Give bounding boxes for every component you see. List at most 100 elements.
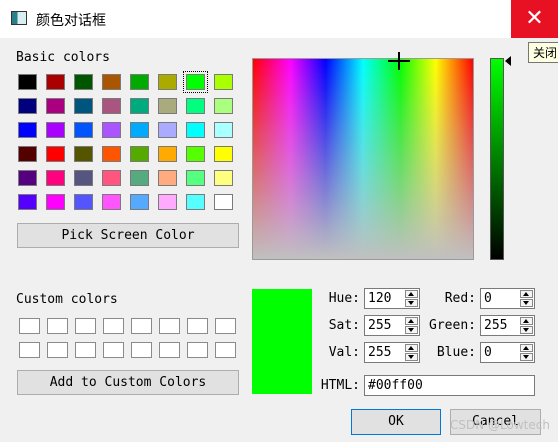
basic-color-swatch[interactable] xyxy=(74,146,93,162)
custom-color-slot[interactable] xyxy=(47,342,68,358)
basic-color-swatch[interactable] xyxy=(102,146,121,162)
window-title: 颜色对话框 xyxy=(36,13,106,29)
basic-color-swatch[interactable] xyxy=(102,194,121,210)
hue-down-arrow-icon[interactable] xyxy=(405,299,418,307)
basic-color-swatch[interactable] xyxy=(46,98,65,114)
basic-color-swatch[interactable] xyxy=(183,71,208,93)
html-hex-input[interactable] xyxy=(364,375,535,396)
custom-color-slot[interactable] xyxy=(187,342,208,358)
basic-color-swatch[interactable] xyxy=(214,74,233,90)
basic-color-swatch[interactable] xyxy=(186,122,205,138)
custom-color-slot[interactable] xyxy=(131,318,152,334)
hue-label: Hue: xyxy=(328,291,360,306)
basic-color-swatch[interactable] xyxy=(130,74,149,90)
custom-color-slot[interactable] xyxy=(103,342,124,358)
ok-button[interactable]: OK xyxy=(351,409,441,435)
basic-color-swatch[interactable] xyxy=(214,170,233,186)
basic-color-swatch[interactable] xyxy=(18,146,37,162)
red-value: 0 xyxy=(484,291,492,306)
basic-color-swatch[interactable] xyxy=(46,146,65,162)
basic-color-swatch[interactable] xyxy=(102,122,121,138)
basic-color-swatch[interactable] xyxy=(158,194,177,210)
basic-color-swatch[interactable] xyxy=(186,170,205,186)
sat-label: Sat: xyxy=(328,318,360,333)
custom-color-slot[interactable] xyxy=(159,342,180,358)
custom-color-slot[interactable] xyxy=(215,318,236,334)
basic-color-swatch[interactable] xyxy=(46,122,65,138)
basic-color-swatch[interactable] xyxy=(214,122,233,138)
green-spinbox[interactable]: 255 xyxy=(480,315,535,336)
custom-color-slot[interactable] xyxy=(103,318,124,334)
pick-screen-color-button[interactable]: Pick Screen Color xyxy=(17,223,239,248)
basic-color-swatch[interactable] xyxy=(46,194,65,210)
basic-color-swatch[interactable] xyxy=(158,146,177,162)
add-to-custom-colors-button[interactable]: Add to Custom Colors xyxy=(17,370,239,395)
red-up-arrow-icon[interactable] xyxy=(520,290,533,298)
current-color-preview xyxy=(252,289,312,394)
basic-color-swatch[interactable] xyxy=(18,122,37,138)
basic-color-swatch[interactable] xyxy=(214,98,233,114)
custom-color-slot[interactable] xyxy=(47,318,68,334)
hue-spinbox[interactable]: 120 xyxy=(364,288,420,309)
basic-color-swatch[interactable] xyxy=(102,74,121,90)
slider-arrow-icon[interactable] xyxy=(505,56,511,66)
custom-color-slot[interactable] xyxy=(19,318,40,334)
basic-color-swatch[interactable] xyxy=(18,74,37,90)
basic-color-swatch[interactable] xyxy=(102,170,121,186)
custom-color-slot[interactable] xyxy=(187,318,208,334)
sat-spinbox[interactable]: 255 xyxy=(364,315,420,336)
basic-color-swatch[interactable] xyxy=(18,170,37,186)
basic-color-swatch[interactable] xyxy=(74,194,93,210)
basic-color-swatch[interactable] xyxy=(130,122,149,138)
basic-color-swatch[interactable] xyxy=(130,194,149,210)
close-tooltip: 关闭 xyxy=(528,42,558,63)
basic-color-swatch[interactable] xyxy=(130,146,149,162)
basic-color-swatch[interactable] xyxy=(158,170,177,186)
basic-color-swatch[interactable] xyxy=(186,146,205,162)
basic-color-swatch[interactable] xyxy=(186,98,205,114)
blue-down-arrow-icon[interactable] xyxy=(520,353,533,361)
green-up-arrow-icon[interactable] xyxy=(520,317,533,325)
green-down-arrow-icon[interactable] xyxy=(520,326,533,334)
blue-label: Blue: xyxy=(436,345,476,360)
basic-color-swatch[interactable] xyxy=(186,194,205,210)
blue-up-arrow-icon[interactable] xyxy=(520,344,533,352)
basic-color-swatch[interactable] xyxy=(130,170,149,186)
hue-saturation-picker[interactable] xyxy=(252,58,474,260)
custom-color-slot[interactable] xyxy=(215,342,236,358)
green-value: 255 xyxy=(484,318,508,333)
basic-color-swatch[interactable] xyxy=(46,170,65,186)
basic-color-swatch[interactable] xyxy=(130,98,149,114)
basic-color-swatch[interactable] xyxy=(214,194,233,210)
val-up-arrow-icon[interactable] xyxy=(405,344,418,352)
basic-color-swatch[interactable] xyxy=(18,194,37,210)
red-spinbox[interactable]: 0 xyxy=(480,288,535,309)
basic-color-swatch[interactable] xyxy=(102,98,121,114)
sat-up-arrow-icon[interactable] xyxy=(405,317,418,325)
custom-color-slot[interactable] xyxy=(19,342,40,358)
basic-color-swatch[interactable] xyxy=(214,146,233,162)
custom-color-slot[interactable] xyxy=(75,342,96,358)
basic-color-swatch[interactable] xyxy=(74,74,93,90)
basic-color-swatch[interactable] xyxy=(74,122,93,138)
value-luminance-slider[interactable] xyxy=(490,58,504,260)
custom-color-slot[interactable] xyxy=(131,342,152,358)
custom-color-slot[interactable] xyxy=(159,318,180,334)
basic-color-swatch[interactable] xyxy=(46,74,65,90)
basic-color-swatch[interactable] xyxy=(158,98,177,114)
hue-up-arrow-icon[interactable] xyxy=(405,290,418,298)
close-button[interactable]: ✕ xyxy=(511,0,558,38)
sat-down-arrow-icon[interactable] xyxy=(405,326,418,334)
custom-color-slot[interactable] xyxy=(75,318,96,334)
basic-color-swatch[interactable] xyxy=(74,98,93,114)
watermark: CSDN @Lowtech xyxy=(450,418,550,432)
basic-color-swatch[interactable] xyxy=(158,122,177,138)
val-down-arrow-icon[interactable] xyxy=(405,353,418,361)
basic-color-swatch[interactable] xyxy=(18,98,37,114)
basic-color-swatch[interactable] xyxy=(158,74,177,90)
basic-color-swatch[interactable] xyxy=(74,170,93,186)
val-spinbox[interactable]: 255 xyxy=(364,342,420,363)
crosshair-icon[interactable] xyxy=(388,52,410,74)
red-down-arrow-icon[interactable] xyxy=(520,299,533,307)
blue-spinbox[interactable]: 0 xyxy=(480,342,535,363)
